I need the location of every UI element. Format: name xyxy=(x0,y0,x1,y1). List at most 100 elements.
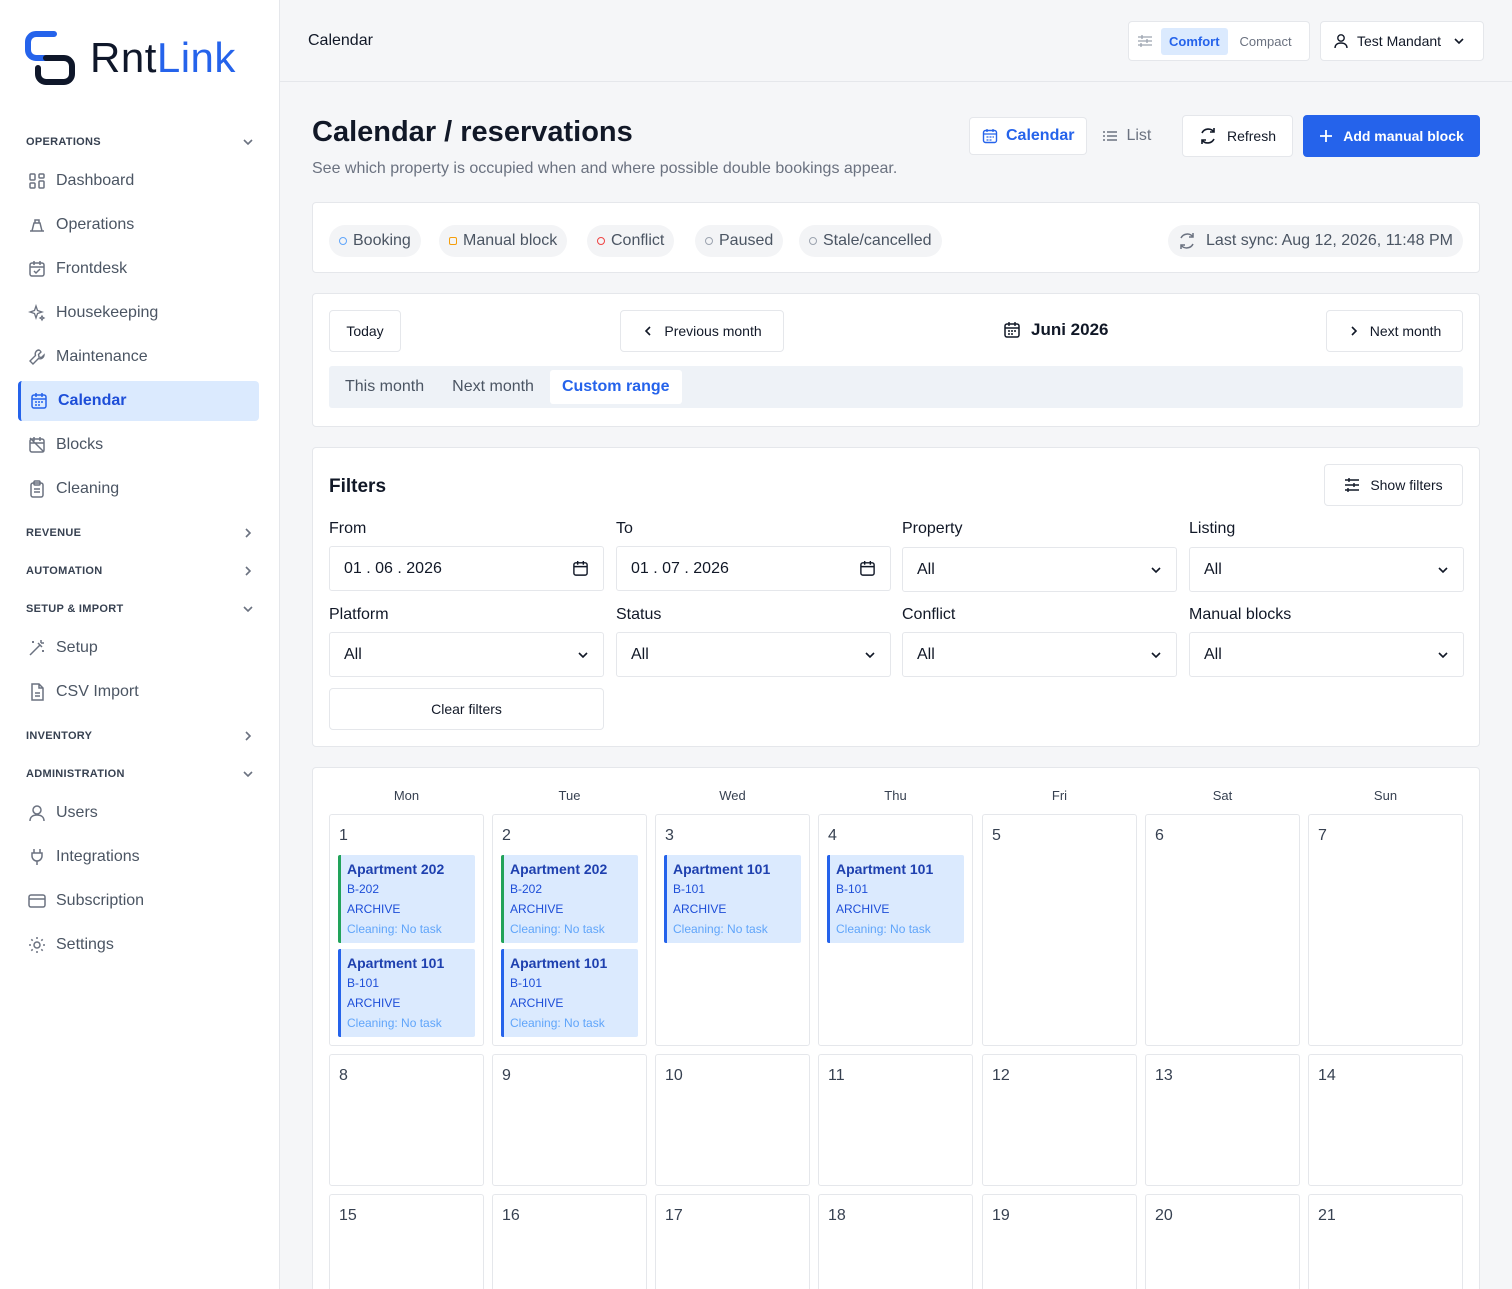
day-cell[interactable]: 20 xyxy=(1145,1194,1300,1289)
weekday-header: Sun xyxy=(1373,788,1398,803)
sidebar-item-integrations[interactable]: Integrations xyxy=(18,837,259,877)
sidebar-item-csv-import[interactable]: CSV Import xyxy=(18,672,259,712)
reservation-event[interactable]: Apartment 202 B-202 ARCHIVE Cleaning: No ta… xyxy=(501,855,638,943)
event-code: B-202 xyxy=(510,882,543,896)
conflict-select[interactable]: All xyxy=(902,632,1177,677)
manual-blocks-value: All xyxy=(1204,645,1222,663)
today-button[interactable]: Today xyxy=(329,310,401,352)
to-date-input[interactable]: 01 . 07 . 2026 xyxy=(616,546,891,591)
section-setup-import[interactable]: SETUP & IMPORT xyxy=(26,599,254,619)
sidebar-item-maintenance[interactable]: Maintenance xyxy=(18,337,259,377)
day-cell[interactable]: 17 xyxy=(655,1194,810,1289)
day-cell[interactable]: 16 xyxy=(492,1194,647,1289)
listing-value: All xyxy=(1204,560,1222,578)
file-icon xyxy=(31,683,44,701)
day-cell[interactable]: 5 xyxy=(982,814,1137,1046)
reservation-event[interactable]: Apartment 101 B-101 ARCHIVE Cleaning: No ta… xyxy=(827,855,964,943)
legend-label: Manual block xyxy=(463,232,558,249)
view-list[interactable]: List xyxy=(1090,118,1163,154)
sidebar-item-blocks[interactable]: Blocks xyxy=(18,425,259,465)
tenant-menu[interactable]: Test Mandant xyxy=(1320,21,1484,61)
day-cell[interactable]: 7 xyxy=(1308,814,1463,1046)
section-operations[interactable]: OPERATIONS xyxy=(26,132,254,152)
property-label: Property xyxy=(902,520,963,537)
property-select[interactable]: All xyxy=(902,547,1177,592)
sidebar-item-dashboard[interactable]: Dashboard xyxy=(18,161,259,201)
next-month-button[interactable]: Next month xyxy=(1326,310,1463,352)
reservation-event[interactable]: Apartment 101 B-101 ARCHIVE Cleaning: No ta… xyxy=(338,949,475,1037)
show-filters-button[interactable]: Show filters xyxy=(1324,464,1463,506)
view-calendar[interactable]: Calendar xyxy=(970,118,1087,154)
day-cell[interactable]: 4 Apartment 101 B-101 ARCHIVE Cleaning: No t… xyxy=(818,814,973,1046)
sidebar-item-cleaning[interactable]: Cleaning xyxy=(18,469,259,509)
section-administration[interactable]: ADMINISTRATION xyxy=(26,764,254,784)
event-title: Apartment 202 xyxy=(510,861,608,877)
weekday-header: Sat xyxy=(1212,788,1233,803)
sidebar-item-setup[interactable]: Setup xyxy=(18,628,259,668)
sidebar-item-housekeeping[interactable]: Housekeeping xyxy=(18,293,259,333)
range-next-month[interactable]: Next month xyxy=(440,370,546,404)
day-cell[interactable]: 10 xyxy=(655,1054,810,1186)
sidebar-item-users[interactable]: Users xyxy=(18,793,259,833)
reservation-event[interactable]: Apartment 101 B-101 ARCHIVE Cleaning: No ta… xyxy=(501,949,638,1037)
conflict-label: Conflict xyxy=(902,606,956,623)
event-cleaning: Cleaning: No task xyxy=(836,922,931,936)
range-custom[interactable]: Custom range xyxy=(549,370,682,404)
previous-month-button[interactable]: Previous month xyxy=(620,310,784,352)
day-cell[interactable]: 11 xyxy=(818,1054,973,1186)
density-comfort[interactable]: Comfort xyxy=(1161,27,1228,55)
day-number: 13 xyxy=(1155,1067,1173,1084)
event-status: ARCHIVE xyxy=(347,902,401,916)
chevron-right-icon xyxy=(1351,326,1357,336)
previous-month-label: Previous month xyxy=(664,323,762,339)
sidebar-item-calendar[interactable]: Calendar xyxy=(18,381,259,421)
manual-blocks-select[interactable]: All xyxy=(1189,632,1464,677)
day-cell[interactable]: 3 Apartment 101 B-101 ARCHIVE Cleaning: No t… xyxy=(655,814,810,1046)
section-automation[interactable]: AUTOMATION xyxy=(26,561,254,581)
brand-name-a: Rnt xyxy=(90,34,157,81)
calendar-icon[interactable] xyxy=(859,560,876,577)
reservation-event[interactable]: Apartment 202 B-202 ARCHIVE Cleaning: No ta… xyxy=(338,855,475,943)
logo[interactable]: RntLink xyxy=(24,28,236,88)
chevron-right-icon xyxy=(245,731,252,741)
sidebar-item-operations[interactable]: Operations xyxy=(18,205,259,245)
calendar-icon xyxy=(31,393,47,409)
listing-select[interactable]: All xyxy=(1189,547,1464,592)
sidebar-item-frontdesk[interactable]: Frontdesk xyxy=(18,249,259,289)
add-manual-block-label: Add manual block xyxy=(1343,128,1464,144)
sidebar-item-label: Users xyxy=(56,804,98,821)
sidebar-item-label: Frontdesk xyxy=(56,260,128,277)
day-cell[interactable]: 8 xyxy=(329,1054,484,1186)
day-cell[interactable]: 12 xyxy=(982,1054,1137,1186)
event-title: Apartment 101 xyxy=(510,955,608,971)
day-cell[interactable]: 15 xyxy=(329,1194,484,1289)
density-compact[interactable]: Compact xyxy=(1232,28,1300,55)
last-sync: Last sync: Aug 12, 2026, 11:48 PM xyxy=(1168,225,1463,257)
refresh-button[interactable]: Refresh xyxy=(1182,115,1293,157)
event-title: Apartment 101 xyxy=(347,955,445,971)
day-cell[interactable]: 2 Apartment 202 B-202 ARCHIVE Cleaning: No t… xyxy=(492,814,647,1046)
from-date-input[interactable]: 01 . 06 . 2026 xyxy=(329,546,604,591)
day-cell[interactable]: 13 xyxy=(1145,1054,1300,1186)
reservation-event[interactable]: Apartment 101 B-101 ARCHIVE Cleaning: No ta… xyxy=(664,855,801,943)
platform-select[interactable]: All xyxy=(329,632,604,677)
day-cell[interactable]: 9 xyxy=(492,1054,647,1186)
range-this-month[interactable]: This month xyxy=(333,370,436,404)
day-cell[interactable]: 1 Apartment 202 B-202 ARCHIVE Cleaning: No t… xyxy=(329,814,484,1046)
calendar-icon[interactable] xyxy=(572,560,589,577)
day-cell[interactable]: 19 xyxy=(982,1194,1137,1289)
day-cell[interactable]: 21 xyxy=(1308,1194,1463,1289)
sidebar-item-settings[interactable]: Settings xyxy=(18,925,259,965)
sidebar-item-subscription[interactable]: Subscription xyxy=(18,881,259,921)
day-number: 10 xyxy=(665,1067,683,1084)
day-cell[interactable]: 14 xyxy=(1308,1054,1463,1186)
section-inventory[interactable]: INVENTORY xyxy=(26,726,254,746)
status-select[interactable]: All xyxy=(616,632,891,677)
day-cell[interactable]: 18 xyxy=(818,1194,973,1289)
day-cell[interactable]: 6 xyxy=(1145,814,1300,1046)
section-label: REVENUE xyxy=(26,527,82,539)
legend-booking: Booking xyxy=(329,225,421,257)
clear-filters-button[interactable]: Clear filters xyxy=(329,688,604,730)
section-revenue[interactable]: REVENUE xyxy=(26,523,254,543)
add-manual-block-button[interactable]: Add manual block xyxy=(1303,115,1480,157)
